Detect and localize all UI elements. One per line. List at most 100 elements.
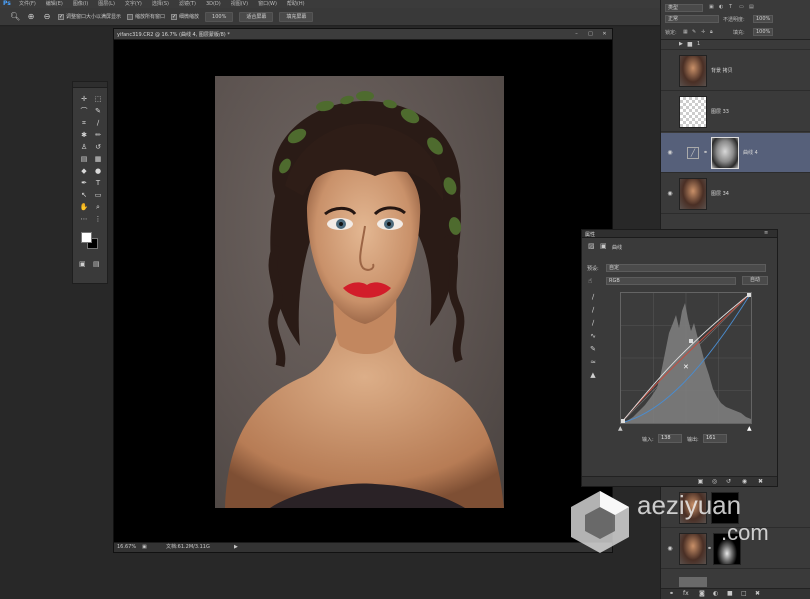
canvas-area[interactable]: [114, 40, 612, 542]
marquee-tool-icon[interactable]: ⬚: [91, 94, 105, 105]
smooth-curve-icon[interactable]: ≈: [588, 357, 598, 367]
reset-icon[interactable]: ↺: [724, 478, 733, 486]
opacity-input[interactable]: 100%: [753, 15, 773, 23]
curve-draw-pencil-icon[interactable]: ✎: [588, 344, 598, 354]
blend-mode-select[interactable]: 正常: [665, 15, 719, 23]
filter-shape-icon[interactable]: ▭: [739, 4, 744, 10]
stamp-tool-icon[interactable]: ♙: [77, 142, 91, 153]
zoom-tool-icon[interactable]: 🔍︎: [10, 12, 20, 22]
gradient-tool-icon[interactable]: ▦: [91, 154, 105, 165]
zoom-all-windows-checkbox[interactable]: 缩放所有窗口: [127, 13, 165, 20]
group-expand-icon[interactable]: ▶: [679, 41, 683, 47]
preset-select[interactable]: 自定: [606, 264, 766, 272]
visibility-eye-icon[interactable]: [666, 67, 674, 75]
lock-transparency-icon[interactable]: ▦: [683, 29, 688, 35]
visibility-eye-icon[interactable]: ◉: [666, 190, 674, 198]
auto-button[interactable]: 自动: [742, 276, 768, 285]
white-point-slider-icon[interactable]: ▲: [747, 425, 752, 432]
dodge-tool-icon[interactable]: ●: [91, 166, 105, 177]
scrubby-zoom-checkbox[interactable]: ✓ 细微缩放: [171, 13, 199, 20]
layer-row[interactable]: ◉ 图层 34: [661, 174, 810, 214]
new-adjustment-icon[interactable]: ◐: [713, 590, 718, 597]
zoom-in-icon[interactable]: ⊕: [26, 12, 36, 22]
menu-type[interactable]: 文字(Y): [120, 0, 147, 8]
layer-style-icon[interactable]: fx: [683, 590, 689, 597]
visibility-eye-icon[interactable]: [666, 108, 674, 116]
crop-tool-icon[interactable]: ⌗: [77, 118, 91, 129]
black-point-slider-icon[interactable]: ▲: [618, 425, 623, 432]
screen-mode-icon[interactable]: ▤: [93, 260, 100, 268]
zoom-level[interactable]: 16.67%: [117, 543, 136, 552]
filter-type-icon[interactable]: T: [729, 4, 732, 10]
view-previous-state-icon[interactable]: ◎: [710, 478, 719, 486]
resize-windows-checkbox[interactable]: ✓ 调整窗口大小以满屏显示: [58, 13, 121, 20]
menu-layer[interactable]: 图层(L): [93, 0, 120, 8]
zoom-tool-icon[interactable]: ⌕: [91, 202, 105, 213]
document-tab[interactable]: yifanc319.CR2 @ 16.7% (曲线 4, 图层蒙版/8) * –…: [114, 29, 612, 40]
close-icon[interactable]: ✕: [600, 31, 609, 37]
menu-window[interactable]: 窗口(W): [253, 0, 282, 8]
zoom-100-button[interactable]: 100%: [205, 11, 234, 22]
input-value-field[interactable]: 138: [658, 434, 682, 443]
quick-mask-icon[interactable]: ▣: [79, 260, 86, 268]
properties-tab-bar[interactable]: 属性 ≡: [582, 230, 777, 238]
toggle-visibility-icon[interactable]: ◉: [740, 478, 749, 486]
lasso-tool-icon[interactable]: ⌒: [77, 106, 91, 117]
menu-edit[interactable]: 编辑(E): [41, 0, 68, 8]
menu-filter[interactable]: 滤镜(T): [174, 0, 201, 8]
fill-screen-button[interactable]: 填充屏幕: [279, 11, 314, 22]
checkbox-check-icon[interactable]: ✓: [58, 13, 64, 20]
path-select-tool-icon[interactable]: ↖: [77, 190, 91, 201]
foreground-color-swatch[interactable]: [81, 232, 92, 243]
gray-point-eyedropper-icon[interactable]: ∕: [588, 305, 598, 315]
new-group-icon[interactable]: ■: [727, 590, 733, 597]
black-point-eyedropper-icon[interactable]: ∕: [588, 292, 598, 302]
properties-tab[interactable]: 属性: [585, 231, 595, 238]
clip-to-layer-icon[interactable]: ▣: [696, 478, 705, 486]
shape-tool-icon[interactable]: ▭: [91, 190, 105, 201]
checkbox-check-icon[interactable]: ✓: [171, 13, 178, 20]
fill-input[interactable]: 100%: [753, 28, 773, 36]
link-layers-icon[interactable]: ⚭: [669, 590, 674, 597]
curves-graph[interactable]: ✕: [620, 292, 752, 424]
hand-tool-icon[interactable]: ✋: [77, 202, 91, 213]
lock-all-icon[interactable]: 🔒︎: [710, 29, 713, 35]
layer-row[interactable]: 图层 33: [661, 92, 810, 132]
quick-select-tool-icon[interactable]: ✎: [91, 106, 105, 117]
menu-file[interactable]: 文件(F): [14, 0, 41, 8]
new-layer-icon[interactable]: □: [741, 590, 747, 597]
menu-help[interactable]: 帮助(H): [282, 0, 310, 8]
filter-smart-icon[interactable]: ▤: [749, 4, 754, 10]
minimize-icon[interactable]: –: [572, 31, 581, 37]
eraser-tool-icon[interactable]: ▤: [77, 154, 91, 165]
add-mask-icon[interactable]: ◙: [699, 590, 705, 597]
layer-row[interactable]: 背景 拷贝: [661, 51, 810, 91]
tools-panel-header[interactable]: [73, 82, 107, 88]
history-brush-icon[interactable]: ↺: [91, 142, 105, 153]
layer-mask-thumbnail[interactable]: [711, 137, 739, 169]
delete-layer-icon[interactable]: ✖: [755, 590, 760, 597]
status-expand-icon[interactable]: ▣: [142, 543, 147, 552]
channel-select[interactable]: RGB: [606, 277, 736, 285]
panel-menu-icon[interactable]: ≡: [764, 230, 768, 236]
blur-tool-icon[interactable]: ◆: [77, 166, 91, 177]
brush-tool-icon[interactable]: ✏: [91, 130, 105, 141]
layer-row-selected[interactable]: ◉ ╱ ⚭ 曲线 4: [661, 133, 810, 173]
edit-toolbar-icon[interactable]: ⋮: [91, 214, 105, 225]
eyedropper-tool-icon[interactable]: ∕: [91, 118, 105, 129]
fit-screen-button[interactable]: 适合屏幕: [239, 11, 274, 22]
portrait-photo[interactable]: [215, 76, 504, 508]
layer-kind-filter[interactable]: 类型: [665, 4, 703, 12]
white-point-eyedropper-icon[interactable]: ∕: [588, 318, 598, 328]
pen-tool-icon[interactable]: ✒: [77, 178, 91, 189]
mask-link-icon[interactable]: ⚭: [703, 149, 708, 156]
move-tool-icon[interactable]: ✛: [77, 94, 91, 105]
lock-position-icon[interactable]: ✛: [701, 29, 705, 35]
healing-tool-icon[interactable]: ✱: [77, 130, 91, 141]
zoom-out-icon[interactable]: ⊖: [42, 12, 52, 22]
menu-image[interactable]: 图像(I): [68, 0, 93, 8]
menu-view[interactable]: 视图(V): [226, 0, 253, 8]
checkbox-empty-icon[interactable]: [127, 13, 134, 20]
on-image-adjust-icon[interactable]: ☝: [588, 277, 592, 285]
clipping-warning-icon[interactable]: ▲: [588, 370, 598, 380]
